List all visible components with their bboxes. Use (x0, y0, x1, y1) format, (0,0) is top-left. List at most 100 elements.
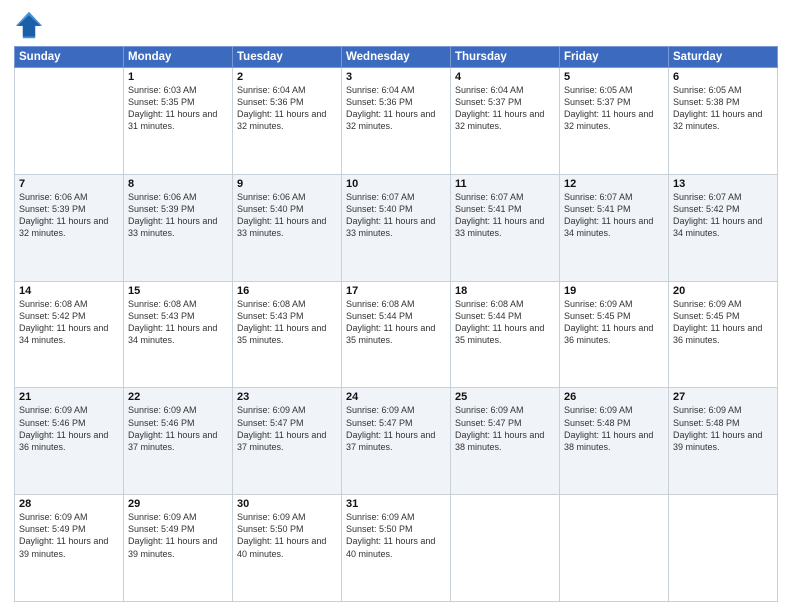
cell-info: Sunrise: 6:03 AMSunset: 5:35 PMDaylight:… (128, 84, 228, 133)
day-number: 23 (237, 391, 337, 403)
day-number: 12 (564, 178, 664, 190)
day-number: 19 (564, 285, 664, 297)
day-number: 14 (19, 285, 119, 297)
cell-info: Sunrise: 6:08 AMSunset: 5:42 PMDaylight:… (19, 298, 119, 347)
calendar-cell: 22Sunrise: 6:09 AMSunset: 5:46 PMDayligh… (124, 388, 233, 495)
day-number: 7 (19, 178, 119, 190)
calendar-cell: 17Sunrise: 6:08 AMSunset: 5:44 PMDayligh… (342, 281, 451, 388)
calendar-cell: 7Sunrise: 6:06 AMSunset: 5:39 PMDaylight… (15, 174, 124, 281)
day-number: 10 (346, 178, 446, 190)
day-number: 20 (673, 285, 773, 297)
cell-info: Sunrise: 6:08 AMSunset: 5:43 PMDaylight:… (128, 298, 228, 347)
cell-info: Sunrise: 6:08 AMSunset: 5:44 PMDaylight:… (346, 298, 446, 347)
calendar-cell: 27Sunrise: 6:09 AMSunset: 5:48 PMDayligh… (669, 388, 778, 495)
cell-info: Sunrise: 6:04 AMSunset: 5:36 PMDaylight:… (346, 84, 446, 133)
day-number: 6 (673, 71, 773, 83)
cell-info: Sunrise: 6:04 AMSunset: 5:37 PMDaylight:… (455, 84, 555, 133)
cell-info: Sunrise: 6:09 AMSunset: 5:47 PMDaylight:… (346, 404, 446, 453)
calendar-cell: 31Sunrise: 6:09 AMSunset: 5:50 PMDayligh… (342, 495, 451, 602)
cell-info: Sunrise: 6:06 AMSunset: 5:39 PMDaylight:… (128, 191, 228, 240)
calendar-cell: 4Sunrise: 6:04 AMSunset: 5:37 PMDaylight… (451, 68, 560, 175)
day-header-monday: Monday (124, 47, 233, 68)
cell-info: Sunrise: 6:06 AMSunset: 5:40 PMDaylight:… (237, 191, 337, 240)
calendar-cell: 1Sunrise: 6:03 AMSunset: 5:35 PMDaylight… (124, 68, 233, 175)
cell-info: Sunrise: 6:07 AMSunset: 5:41 PMDaylight:… (455, 191, 555, 240)
cell-info: Sunrise: 6:09 AMSunset: 5:49 PMDaylight:… (128, 511, 228, 560)
calendar-cell: 30Sunrise: 6:09 AMSunset: 5:50 PMDayligh… (233, 495, 342, 602)
day-number: 21 (19, 391, 119, 403)
day-number: 25 (455, 391, 555, 403)
cell-info: Sunrise: 6:09 AMSunset: 5:49 PMDaylight:… (19, 511, 119, 560)
cell-info: Sunrise: 6:09 AMSunset: 5:45 PMDaylight:… (564, 298, 664, 347)
calendar-cell (451, 495, 560, 602)
day-header-wednesday: Wednesday (342, 47, 451, 68)
day-number: 4 (455, 71, 555, 83)
day-header-saturday: Saturday (669, 47, 778, 68)
day-header-tuesday: Tuesday (233, 47, 342, 68)
cell-info: Sunrise: 6:07 AMSunset: 5:42 PMDaylight:… (673, 191, 773, 240)
day-number: 15 (128, 285, 228, 297)
calendar-cell: 20Sunrise: 6:09 AMSunset: 5:45 PMDayligh… (669, 281, 778, 388)
cell-info: Sunrise: 6:09 AMSunset: 5:46 PMDaylight:… (128, 404, 228, 453)
day-number: 11 (455, 178, 555, 190)
day-number: 28 (19, 498, 119, 510)
day-header-friday: Friday (560, 47, 669, 68)
calendar-cell: 3Sunrise: 6:04 AMSunset: 5:36 PMDaylight… (342, 68, 451, 175)
day-header-sunday: Sunday (15, 47, 124, 68)
day-number: 22 (128, 391, 228, 403)
day-number: 3 (346, 71, 446, 83)
cell-info: Sunrise: 6:05 AMSunset: 5:38 PMDaylight:… (673, 84, 773, 133)
calendar-cell: 23Sunrise: 6:09 AMSunset: 5:47 PMDayligh… (233, 388, 342, 495)
header (14, 10, 778, 40)
cell-info: Sunrise: 6:06 AMSunset: 5:39 PMDaylight:… (19, 191, 119, 240)
day-number: 13 (673, 178, 773, 190)
calendar-cell: 9Sunrise: 6:06 AMSunset: 5:40 PMDaylight… (233, 174, 342, 281)
calendar-cell: 18Sunrise: 6:08 AMSunset: 5:44 PMDayligh… (451, 281, 560, 388)
cell-info: Sunrise: 6:09 AMSunset: 5:45 PMDaylight:… (673, 298, 773, 347)
day-number: 31 (346, 498, 446, 510)
day-number: 26 (564, 391, 664, 403)
cell-info: Sunrise: 6:09 AMSunset: 5:46 PMDaylight:… (19, 404, 119, 453)
day-number: 17 (346, 285, 446, 297)
calendar-cell: 28Sunrise: 6:09 AMSunset: 5:49 PMDayligh… (15, 495, 124, 602)
day-number: 30 (237, 498, 337, 510)
calendar-cell (669, 495, 778, 602)
day-number: 1 (128, 71, 228, 83)
cell-info: Sunrise: 6:09 AMSunset: 5:48 PMDaylight:… (564, 404, 664, 453)
cell-info: Sunrise: 6:09 AMSunset: 5:50 PMDaylight:… (237, 511, 337, 560)
page: SundayMondayTuesdayWednesdayThursdayFrid… (0, 0, 792, 612)
calendar-cell (15, 68, 124, 175)
calendar-cell: 25Sunrise: 6:09 AMSunset: 5:47 PMDayligh… (451, 388, 560, 495)
day-number: 9 (237, 178, 337, 190)
cell-info: Sunrise: 6:08 AMSunset: 5:43 PMDaylight:… (237, 298, 337, 347)
cell-info: Sunrise: 6:08 AMSunset: 5:44 PMDaylight:… (455, 298, 555, 347)
calendar-cell: 11Sunrise: 6:07 AMSunset: 5:41 PMDayligh… (451, 174, 560, 281)
cell-info: Sunrise: 6:04 AMSunset: 5:36 PMDaylight:… (237, 84, 337, 133)
day-header-thursday: Thursday (451, 47, 560, 68)
calendar-cell: 10Sunrise: 6:07 AMSunset: 5:40 PMDayligh… (342, 174, 451, 281)
calendar-cell: 2Sunrise: 6:04 AMSunset: 5:36 PMDaylight… (233, 68, 342, 175)
calendar-cell: 19Sunrise: 6:09 AMSunset: 5:45 PMDayligh… (560, 281, 669, 388)
calendar-cell: 29Sunrise: 6:09 AMSunset: 5:49 PMDayligh… (124, 495, 233, 602)
day-number: 5 (564, 71, 664, 83)
logo (14, 10, 48, 40)
calendar-cell (560, 495, 669, 602)
calendar-cell: 26Sunrise: 6:09 AMSunset: 5:48 PMDayligh… (560, 388, 669, 495)
day-number: 29 (128, 498, 228, 510)
calendar-cell: 15Sunrise: 6:08 AMSunset: 5:43 PMDayligh… (124, 281, 233, 388)
cell-info: Sunrise: 6:09 AMSunset: 5:48 PMDaylight:… (673, 404, 773, 453)
day-number: 8 (128, 178, 228, 190)
calendar-table: SundayMondayTuesdayWednesdayThursdayFrid… (14, 46, 778, 602)
calendar-cell: 13Sunrise: 6:07 AMSunset: 5:42 PMDayligh… (669, 174, 778, 281)
cell-info: Sunrise: 6:07 AMSunset: 5:40 PMDaylight:… (346, 191, 446, 240)
cell-info: Sunrise: 6:09 AMSunset: 5:50 PMDaylight:… (346, 511, 446, 560)
cell-info: Sunrise: 6:05 AMSunset: 5:37 PMDaylight:… (564, 84, 664, 133)
cell-info: Sunrise: 6:09 AMSunset: 5:47 PMDaylight:… (455, 404, 555, 453)
calendar-cell: 6Sunrise: 6:05 AMSunset: 5:38 PMDaylight… (669, 68, 778, 175)
calendar-cell: 16Sunrise: 6:08 AMSunset: 5:43 PMDayligh… (233, 281, 342, 388)
calendar-cell: 14Sunrise: 6:08 AMSunset: 5:42 PMDayligh… (15, 281, 124, 388)
cell-info: Sunrise: 6:07 AMSunset: 5:41 PMDaylight:… (564, 191, 664, 240)
calendar-cell: 21Sunrise: 6:09 AMSunset: 5:46 PMDayligh… (15, 388, 124, 495)
calendar-cell: 5Sunrise: 6:05 AMSunset: 5:37 PMDaylight… (560, 68, 669, 175)
day-number: 16 (237, 285, 337, 297)
